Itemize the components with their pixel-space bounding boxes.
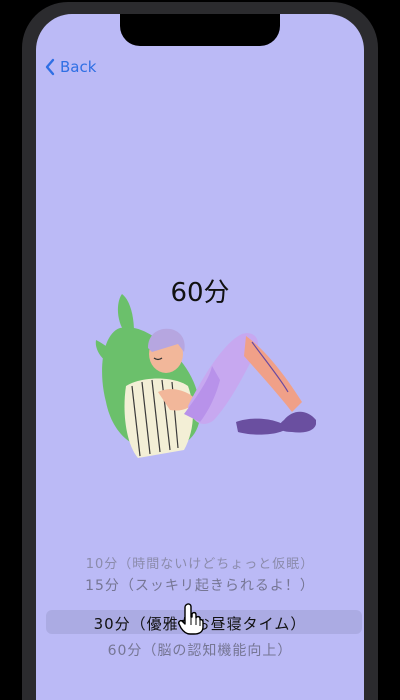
picker-option[interactable]: 10分（時間ないけどちょっと仮眠） xyxy=(36,553,364,572)
chevron-left-icon xyxy=(44,58,56,76)
selected-duration-title: 60分 xyxy=(170,278,230,308)
phone-device: Back 60分 10分（時間ないけどちょっと仮眠） 15分（スッキリ起きられる… xyxy=(0,0,400,700)
picker-option[interactable]: 60分（脳の認知機能向上） xyxy=(36,640,364,660)
device-notch xyxy=(120,14,280,46)
back-button-label: Back xyxy=(60,58,97,76)
back-button[interactable]: Back xyxy=(44,58,96,76)
app-screen: Back 60分 10分（時間ないけどちょっと仮眠） 15分（スッキリ起きられる… xyxy=(36,14,364,700)
picker-option[interactable]: 15分（スッキリ起きられるよ！） xyxy=(36,575,364,595)
hand-pointer-icon xyxy=(178,603,204,635)
